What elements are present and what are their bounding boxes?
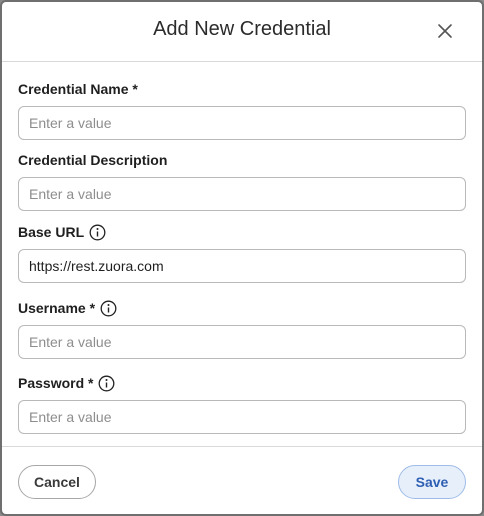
credential-description-label: Credential Description	[18, 152, 168, 168]
dialog-title: Add New Credential	[153, 18, 331, 40]
credential-name-label: Credential Name *	[18, 81, 138, 97]
dialog-body: Credential Name * Credential Description…	[2, 62, 482, 446]
credential-name-input[interactable]	[18, 106, 466, 140]
dialog-footer: Cancel Save	[2, 446, 482, 514]
username-label: Username *	[18, 300, 96, 316]
username-field: Username *	[18, 299, 466, 359]
close-icon[interactable]	[434, 20, 456, 42]
password-field: Password *	[18, 374, 466, 434]
info-icon[interactable]	[100, 300, 117, 317]
info-icon[interactable]	[98, 375, 115, 392]
save-button[interactable]: Save	[398, 465, 466, 499]
credential-description-field: Credential Description	[18, 151, 466, 211]
password-input[interactable]	[18, 400, 466, 434]
credential-description-input[interactable]	[18, 177, 466, 211]
base-url-label: Base URL	[18, 224, 85, 240]
dialog-header: Add New Credential	[2, 2, 482, 62]
credential-name-field: Credential Name *	[18, 80, 466, 140]
password-label: Password *	[18, 375, 94, 391]
username-input[interactable]	[18, 325, 466, 359]
info-icon[interactable]	[89, 224, 106, 241]
cancel-button[interactable]: Cancel	[18, 465, 96, 499]
add-credential-dialog: Add New Credential Credential Name * Cre…	[0, 0, 484, 516]
base-url-field: Base URL	[18, 223, 466, 283]
base-url-input[interactable]	[18, 249, 466, 283]
